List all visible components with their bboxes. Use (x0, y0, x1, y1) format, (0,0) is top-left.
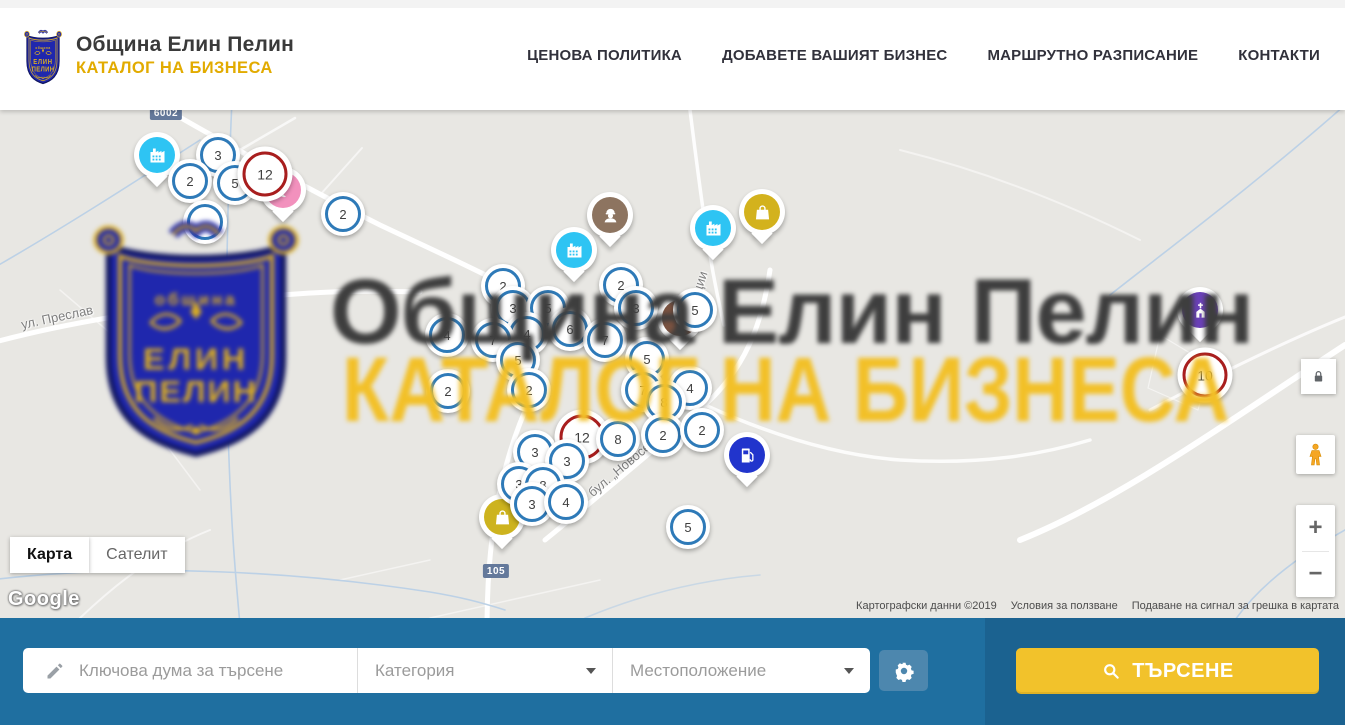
cluster-marker[interactable]: 2 (507, 368, 551, 412)
church-pin[interactable] (1177, 287, 1223, 333)
location-select-label: Местоположение (630, 661, 766, 681)
cluster-marker[interactable]: 4 (425, 313, 469, 357)
pegman-icon (1303, 442, 1328, 467)
factory-icon (556, 232, 592, 268)
lock-icon (1310, 368, 1327, 385)
fuel-pin[interactable] (724, 432, 770, 478)
map-type-map-button[interactable]: Карта (10, 537, 89, 573)
keyword-search-input[interactable] (79, 661, 339, 681)
zoom-control: + − (1296, 505, 1335, 597)
cluster-marker[interactable]: 5 (673, 288, 717, 332)
advanced-search-button[interactable] (879, 650, 928, 691)
cluster-marker[interactable]: 10 (1178, 348, 1233, 403)
cluster-marker[interactable]: 7 (583, 318, 627, 362)
chevron-down-icon (586, 668, 596, 674)
search-icon (1101, 661, 1121, 681)
keyword-field-wrap (23, 648, 358, 693)
factory-icon (139, 137, 175, 173)
worker-pin[interactable] (587, 192, 633, 238)
location-select[interactable]: Местоположение (613, 648, 870, 693)
cluster-marker[interactable]: 12 (238, 147, 293, 202)
factory-pin[interactable] (690, 205, 736, 251)
attribution-terms-link[interactable]: Условия за ползване (1011, 600, 1118, 612)
brand-subtitle: КАТАЛОГ НА БИЗНЕСА (76, 59, 294, 78)
cluster-marker[interactable]: 2 (426, 369, 470, 413)
church-icon (1182, 292, 1218, 328)
cluster-marker[interactable]: 8 (596, 417, 640, 461)
nav-item-pricing[interactable]: ЦЕНОВА ПОЛИТИКА (527, 47, 682, 64)
brand-title: Община Елин Пелин (76, 33, 294, 57)
worker-icon (592, 197, 628, 233)
nav-item-add-business[interactable]: ДОБАВЕТЕ ВАШИЯТ БИЗНЕС (722, 47, 947, 64)
factory-icon (695, 210, 731, 246)
chevron-down-icon (844, 668, 854, 674)
cluster-marker[interactable]: 2 (321, 192, 365, 236)
cluster-marker[interactable] (183, 200, 227, 244)
google-logo[interactable]: Google (8, 588, 80, 611)
cluster-marker[interactable]: 2 (641, 413, 685, 457)
attribution-copyright: Картографски данни ©2019 (856, 600, 997, 612)
category-select-label: Категория (375, 661, 454, 681)
markers-layer: 32512222335544677552274812822333834510 (0, 110, 1345, 618)
shopping-bag-icon (744, 194, 780, 230)
category-select[interactable]: Категория (358, 648, 613, 693)
search-filters-group: Категория Местоположение (23, 648, 870, 693)
zoom-in-button[interactable]: + (1296, 505, 1335, 551)
pegman-button[interactable] (1296, 435, 1335, 474)
map-type-control: Карта Сателит (10, 537, 185, 573)
crest-name-line1: ЕЛИН (33, 59, 52, 67)
map-attribution: Картографски данни ©2019 Условия за полз… (856, 600, 1339, 612)
street-view-lock-button[interactable] (1301, 359, 1336, 394)
fuel-icon (729, 437, 765, 473)
nav-item-transport-schedule[interactable]: МАРШРУТНО РАЗПИСАНИЕ (987, 47, 1198, 64)
brand-logo[interactable]: община ЕЛИН ПЕЛИН Община Елин Пелин КАТА… (22, 24, 294, 86)
cluster-marker[interactable]: 4 (544, 480, 588, 524)
cluster-marker[interactable]: 3 (614, 286, 658, 330)
header: община ЕЛИН ПЕЛИН Община Елин Пелин КАТА… (0, 0, 1345, 110)
municipality-crest-icon: община ЕЛИН ПЕЛИН (22, 28, 64, 86)
cluster-marker[interactable]: 2 (680, 408, 724, 452)
search-bar: Категория Местоположение ТЪРСЕНЕ (0, 618, 1345, 725)
shopping-bag-pin[interactable] (739, 189, 785, 235)
map-type-satellite-button[interactable]: Сателит (89, 537, 184, 573)
zoom-out-button[interactable]: − (1296, 552, 1335, 598)
search-button[interactable]: ТЪРСЕНЕ (1016, 648, 1319, 694)
map-canvas[interactable]: 32512222335544677552274812822333834510 о… (0, 110, 1345, 618)
cluster-marker[interactable]: 2 (168, 159, 212, 203)
attribution-report-link[interactable]: Подаване на сигнал за грешка в картата (1132, 600, 1339, 612)
nav-item-contacts[interactable]: КОНТАКТИ (1238, 47, 1320, 64)
factory-pin[interactable] (551, 227, 597, 273)
main-nav: ЦЕНОВА ПОЛИТИКА ДОБАВЕТЕ ВАШИЯТ БИЗНЕС М… (527, 47, 1320, 64)
crest-name-line2: ПЕЛИН (32, 66, 55, 74)
gear-icon (893, 660, 915, 682)
pencil-icon (45, 661, 65, 681)
search-button-label: ТЪРСЕНЕ (1132, 660, 1234, 683)
cluster-marker[interactable]: 5 (666, 505, 710, 549)
